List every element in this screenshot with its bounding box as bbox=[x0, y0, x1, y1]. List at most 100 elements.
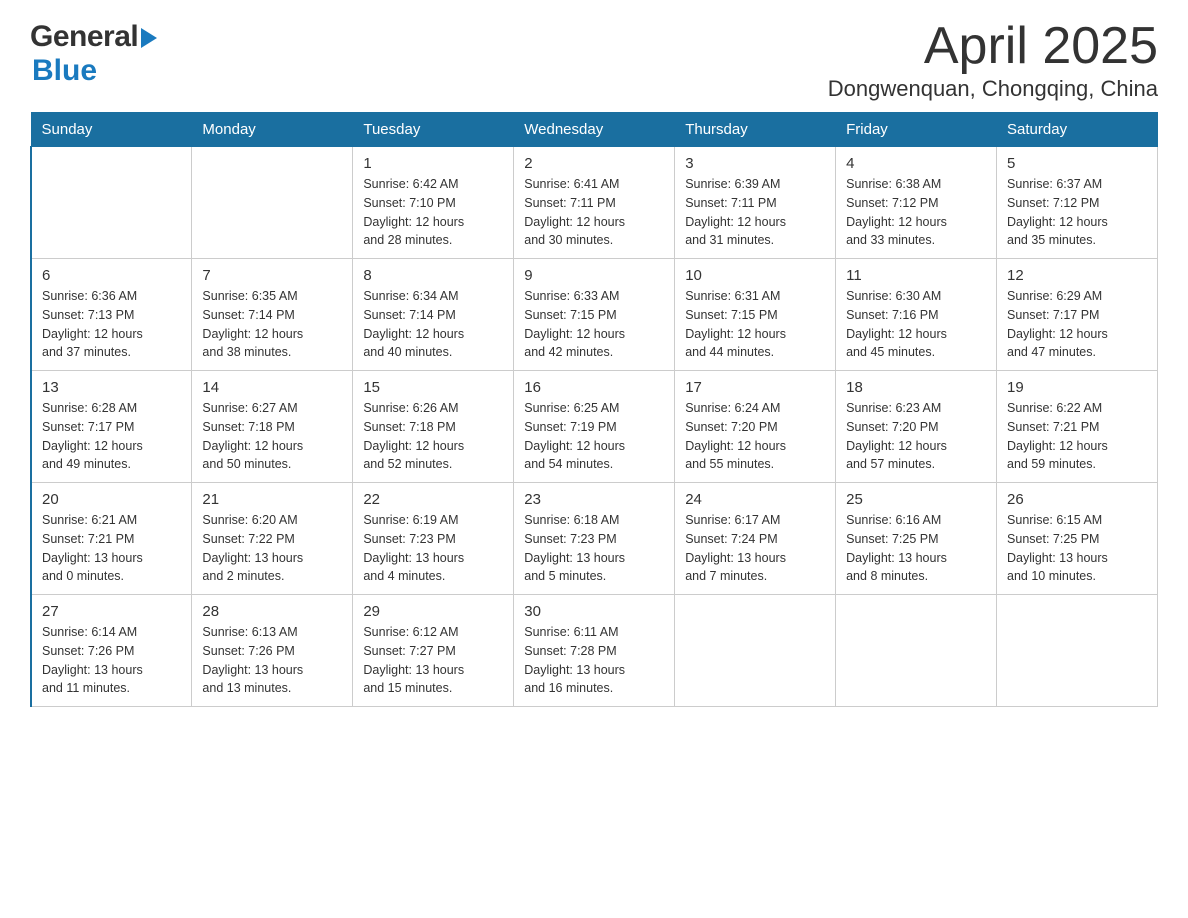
calendar-week-row: 13 Sunrise: 6:28 AM Sunset: 7:17 PM Dayli… bbox=[31, 371, 1158, 483]
calendar-cell bbox=[997, 595, 1158, 707]
calendar-cell: 24Sunrise: 6:17 AM Sunset: 7:24 PM Dayli… bbox=[675, 483, 836, 595]
day-info: Sunrise: 6:41 AM Sunset: 7:11 PM Dayligh… bbox=[524, 175, 664, 250]
calendar-cell: 20Sunrise: 6:21 AM Sunset: 7:21 PM Dayli… bbox=[31, 483, 192, 595]
day-info: Sunrise: 6:15 AM Sunset: 7:25 PM Dayligh… bbox=[1007, 511, 1147, 586]
calendar-week-row: 20Sunrise: 6:21 AM Sunset: 7:21 PM Dayli… bbox=[31, 483, 1158, 595]
calendar-cell: 15 Sunrise: 6:26 AM Sunset: 7:18 PM Dayli… bbox=[353, 371, 514, 483]
calendar-cell: 18Sunrise: 6:23 AM Sunset: 7:20 PM Dayli… bbox=[836, 371, 997, 483]
day-number: 23 bbox=[524, 491, 664, 508]
column-header-monday: Monday bbox=[192, 113, 353, 147]
calendar-cell: 7 Sunrise: 6:35 AM Sunset: 7:14 PM Daylig… bbox=[192, 259, 353, 371]
day-info: Sunrise: 6:24 AM Sunset: 7:20 PM Dayligh… bbox=[685, 399, 825, 474]
column-header-friday: Friday bbox=[836, 113, 997, 147]
day-number: 13 bbox=[42, 379, 181, 396]
day-number: 10 bbox=[685, 267, 825, 284]
calendar-cell: 6 Sunrise: 6:36 AM Sunset: 7:13 PM Daylig… bbox=[31, 259, 192, 371]
day-info: Sunrise: 6:20 AM Sunset: 7:22 PM Dayligh… bbox=[202, 511, 342, 586]
column-header-saturday: Saturday bbox=[997, 113, 1158, 147]
day-info: Sunrise: 6:14 AM Sunset: 7:26 PM Dayligh… bbox=[42, 623, 181, 698]
day-number: 2 bbox=[524, 155, 664, 172]
calendar-week-row: 1 Sunrise: 6:42 AM Sunset: 7:10 PM Daylig… bbox=[31, 147, 1158, 259]
calendar-cell: 12 Sunrise: 6:29 AM Sunset: 7:17 PM Dayli… bbox=[997, 259, 1158, 371]
day-info: Sunrise: 6:22 AM Sunset: 7:21 PM Dayligh… bbox=[1007, 399, 1147, 474]
day-number: 7 bbox=[202, 267, 342, 284]
day-info: Sunrise: 6:19 AM Sunset: 7:23 PM Dayligh… bbox=[363, 511, 503, 586]
page-title: April 2025 bbox=[828, 20, 1158, 72]
day-number: 1 bbox=[363, 155, 503, 172]
day-info: Sunrise: 6:21 AM Sunset: 7:21 PM Dayligh… bbox=[42, 511, 181, 586]
calendar-cell: 30 Sunrise: 6:11 AM Sunset: 7:28 PM Dayli… bbox=[514, 595, 675, 707]
day-number: 29 bbox=[363, 603, 503, 620]
day-number: 30 bbox=[524, 603, 664, 620]
day-number: 21 bbox=[202, 491, 342, 508]
day-info: Sunrise: 6:27 AM Sunset: 7:18 PM Dayligh… bbox=[202, 399, 342, 474]
day-number: 24 bbox=[685, 491, 825, 508]
day-info: Sunrise: 6:38 AM Sunset: 7:12 PM Dayligh… bbox=[846, 175, 986, 250]
column-header-wednesday: Wednesday bbox=[514, 113, 675, 147]
calendar-table: SundayMondayTuesdayWednesdayThursdayFrid… bbox=[30, 112, 1158, 707]
day-info: Sunrise: 6:35 AM Sunset: 7:14 PM Dayligh… bbox=[202, 287, 342, 362]
page-header: General Blue April 2025 Dongwenquan, Cho… bbox=[30, 20, 1158, 102]
day-info: Sunrise: 6:33 AM Sunset: 7:15 PM Dayligh… bbox=[524, 287, 664, 362]
calendar-cell: 4 Sunrise: 6:38 AM Sunset: 7:12 PM Daylig… bbox=[836, 147, 997, 259]
day-info: Sunrise: 6:25 AM Sunset: 7:19 PM Dayligh… bbox=[524, 399, 664, 474]
day-info: Sunrise: 6:28 AM Sunset: 7:17 PM Dayligh… bbox=[42, 399, 181, 474]
day-number: 11 bbox=[846, 267, 986, 284]
day-number: 5 bbox=[1007, 155, 1147, 172]
day-number: 15 bbox=[363, 379, 503, 396]
column-header-sunday: Sunday bbox=[31, 113, 192, 147]
day-number: 16 bbox=[524, 379, 664, 396]
calendar-cell: 13 Sunrise: 6:28 AM Sunset: 7:17 PM Dayli… bbox=[31, 371, 192, 483]
calendar-cell: 3Sunrise: 6:39 AM Sunset: 7:11 PM Daylig… bbox=[675, 147, 836, 259]
day-info: Sunrise: 6:42 AM Sunset: 7:10 PM Dayligh… bbox=[363, 175, 503, 250]
day-info: Sunrise: 6:34 AM Sunset: 7:14 PM Dayligh… bbox=[363, 287, 503, 362]
logo-blue-text: Blue bbox=[32, 54, 97, 88]
day-number: 25 bbox=[846, 491, 986, 508]
calendar-cell: 19Sunrise: 6:22 AM Sunset: 7:21 PM Dayli… bbox=[997, 371, 1158, 483]
day-number: 6 bbox=[42, 267, 181, 284]
day-number: 22 bbox=[363, 491, 503, 508]
calendar-cell: 10 Sunrise: 6:31 AM Sunset: 7:15 PM Dayli… bbox=[675, 259, 836, 371]
calendar-cell: 8 Sunrise: 6:34 AM Sunset: 7:14 PM Daylig… bbox=[353, 259, 514, 371]
page-subtitle: Dongwenquan, Chongqing, China bbox=[828, 76, 1158, 102]
day-number: 26 bbox=[1007, 491, 1147, 508]
calendar-cell: 14 Sunrise: 6:27 AM Sunset: 7:18 PM Dayli… bbox=[192, 371, 353, 483]
day-info: Sunrise: 6:29 AM Sunset: 7:17 PM Dayligh… bbox=[1007, 287, 1147, 362]
calendar-cell: 17Sunrise: 6:24 AM Sunset: 7:20 PM Dayli… bbox=[675, 371, 836, 483]
calendar-week-row: 6 Sunrise: 6:36 AM Sunset: 7:13 PM Daylig… bbox=[31, 259, 1158, 371]
day-info: Sunrise: 6:18 AM Sunset: 7:23 PM Dayligh… bbox=[524, 511, 664, 586]
calendar-cell: 26 Sunrise: 6:15 AM Sunset: 7:25 PM Dayli… bbox=[997, 483, 1158, 595]
day-info: Sunrise: 6:26 AM Sunset: 7:18 PM Dayligh… bbox=[363, 399, 503, 474]
calendar-cell bbox=[675, 595, 836, 707]
logo: General Blue bbox=[30, 20, 157, 88]
day-info: Sunrise: 6:16 AM Sunset: 7:25 PM Dayligh… bbox=[846, 511, 986, 586]
day-info: Sunrise: 6:37 AM Sunset: 7:12 PM Dayligh… bbox=[1007, 175, 1147, 250]
column-header-thursday: Thursday bbox=[675, 113, 836, 147]
logo-arrow-icon bbox=[141, 28, 157, 48]
day-number: 28 bbox=[202, 603, 342, 620]
calendar-cell: 21 Sunrise: 6:20 AM Sunset: 7:22 PM Dayli… bbox=[192, 483, 353, 595]
day-number: 4 bbox=[846, 155, 986, 172]
calendar-week-row: 27Sunrise: 6:14 AM Sunset: 7:26 PM Dayli… bbox=[31, 595, 1158, 707]
column-header-tuesday: Tuesday bbox=[353, 113, 514, 147]
day-number: 14 bbox=[202, 379, 342, 396]
calendar-cell: 22 Sunrise: 6:19 AM Sunset: 7:23 PM Dayli… bbox=[353, 483, 514, 595]
day-number: 8 bbox=[363, 267, 503, 284]
day-info: Sunrise: 6:23 AM Sunset: 7:20 PM Dayligh… bbox=[846, 399, 986, 474]
calendar-cell: 16 Sunrise: 6:25 AM Sunset: 7:19 PM Dayli… bbox=[514, 371, 675, 483]
day-info: Sunrise: 6:36 AM Sunset: 7:13 PM Dayligh… bbox=[42, 287, 181, 362]
day-number: 12 bbox=[1007, 267, 1147, 284]
day-info: Sunrise: 6:11 AM Sunset: 7:28 PM Dayligh… bbox=[524, 623, 664, 698]
logo-general-text: General bbox=[30, 20, 138, 54]
day-info: Sunrise: 6:30 AM Sunset: 7:16 PM Dayligh… bbox=[846, 287, 986, 362]
day-number: 9 bbox=[524, 267, 664, 284]
calendar-header-row: SundayMondayTuesdayWednesdayThursdayFrid… bbox=[31, 113, 1158, 147]
title-block: April 2025 Dongwenquan, Chongqing, China bbox=[828, 20, 1158, 102]
calendar-cell bbox=[31, 147, 192, 259]
day-info: Sunrise: 6:39 AM Sunset: 7:11 PM Dayligh… bbox=[685, 175, 825, 250]
calendar-cell bbox=[836, 595, 997, 707]
calendar-cell: 11 Sunrise: 6:30 AM Sunset: 7:16 PM Dayli… bbox=[836, 259, 997, 371]
calendar-cell: 28Sunrise: 6:13 AM Sunset: 7:26 PM Dayli… bbox=[192, 595, 353, 707]
day-info: Sunrise: 6:31 AM Sunset: 7:15 PM Dayligh… bbox=[685, 287, 825, 362]
calendar-cell: 5 Sunrise: 6:37 AM Sunset: 7:12 PM Daylig… bbox=[997, 147, 1158, 259]
